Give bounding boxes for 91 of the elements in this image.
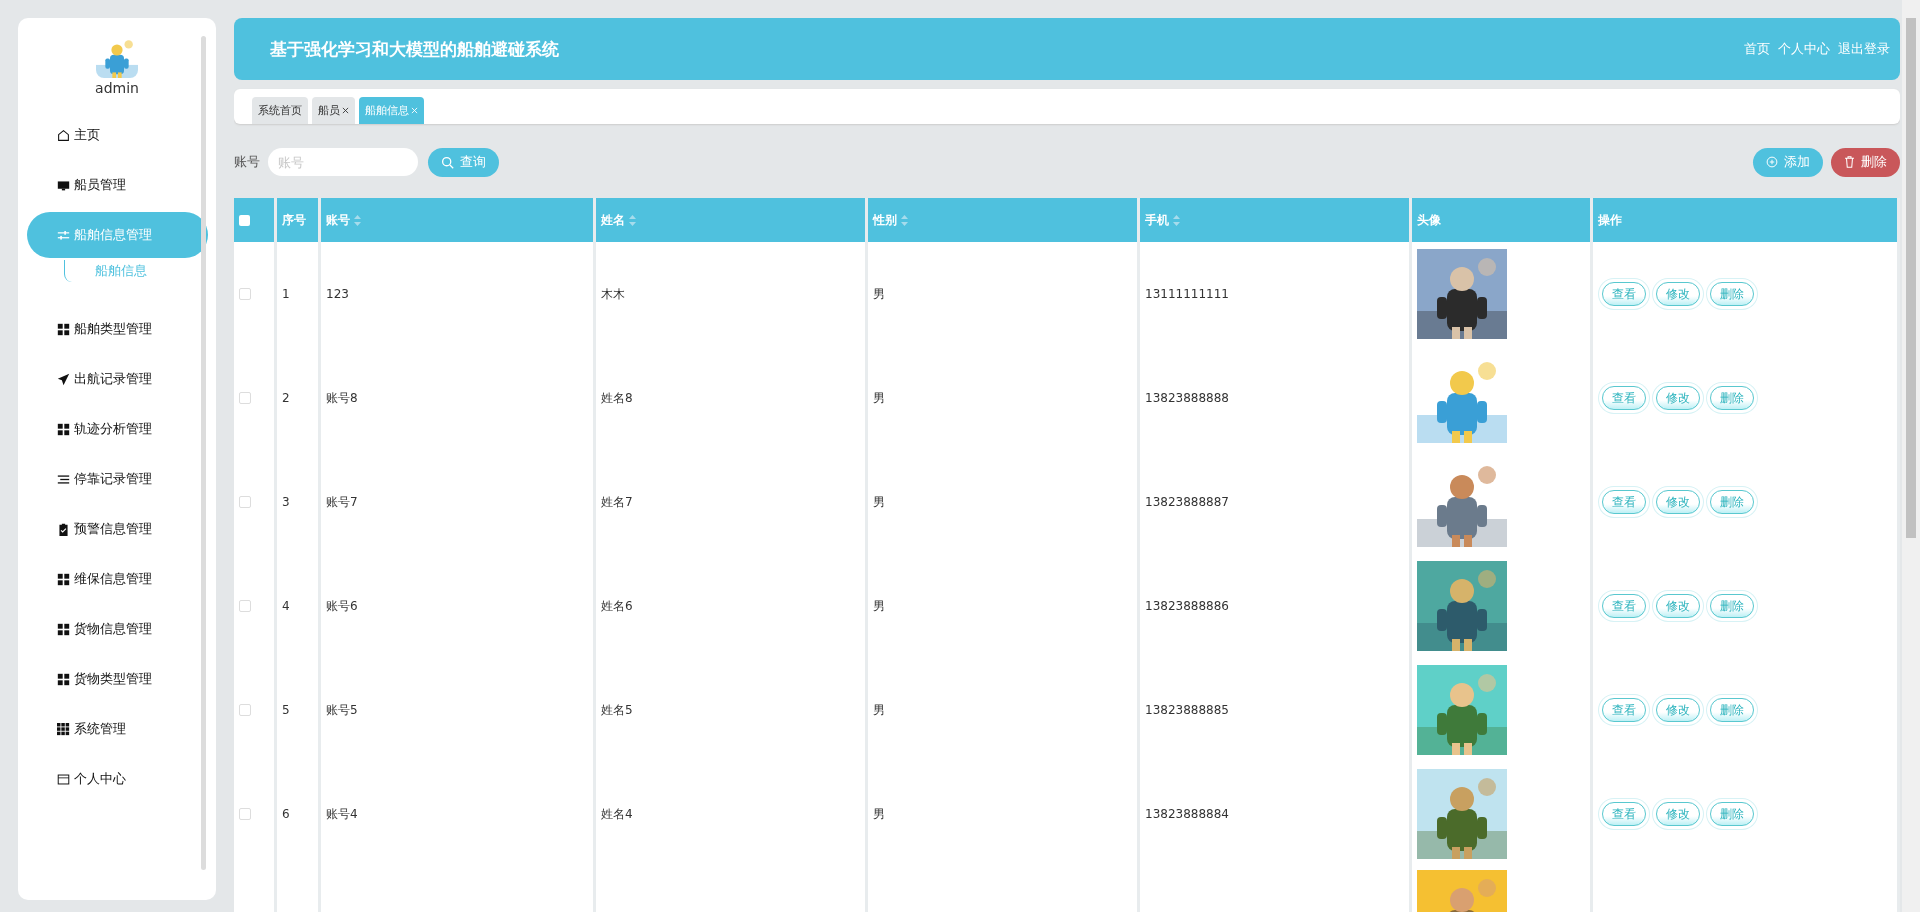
sort-icon[interactable] [901, 214, 908, 226]
table-cell: 5 [277, 658, 321, 762]
table-cell: 4 [277, 554, 321, 658]
search-icon [441, 155, 454, 169]
sort-icon[interactable] [354, 214, 361, 226]
row-checkbox[interactable] [239, 288, 251, 300]
table-cell: 男 [868, 554, 1140, 658]
table-cell: 账号7 [321, 450, 596, 554]
table-cell: 姓名8 [596, 346, 868, 450]
table-cell: 姓名5 [596, 658, 868, 762]
search-label: 账号 [234, 153, 260, 171]
header-cell[interactable]: 手机 [1140, 198, 1412, 242]
header-cell[interactable]: 性别 [868, 198, 1140, 242]
grid-icon [57, 422, 70, 436]
table-cell: 13823888885 [1140, 658, 1412, 762]
table-cell: 2 [277, 346, 321, 450]
delete-button[interactable]: 删除 [1831, 147, 1900, 177]
table-cell: 木木 [596, 242, 868, 346]
sidebar-item[interactable]: 船员管理 [27, 162, 208, 208]
header-link[interactable]: 个人中心 [1778, 40, 1830, 58]
plus-circle-icon [1766, 156, 1778, 168]
sidebar-item[interactable]: 轨迹分析管理 [27, 406, 208, 452]
header-cell[interactable]: 账号 [321, 198, 596, 242]
grid-icon [57, 672, 70, 686]
grid-icon [57, 622, 70, 636]
table-cell: 6 [277, 762, 321, 866]
sidebar-item[interactable]: 船舶类型管理 [27, 306, 208, 352]
header-cell: 序号 [277, 198, 321, 242]
grid-icon [57, 572, 70, 586]
sidebar-item[interactable]: 出航记录管理 [27, 356, 208, 402]
sidebar-item[interactable]: 主页 [27, 112, 208, 158]
grid-icon [57, 322, 70, 336]
close-icon[interactable] [342, 107, 349, 114]
sidebar-item[interactable]: 系统管理 [27, 706, 208, 752]
row-checkbox[interactable] [239, 808, 251, 820]
row-checkbox[interactable] [239, 600, 251, 612]
sidebar-item[interactable]: 船舶信息管理 [27, 212, 208, 258]
header-link[interactable]: 首页 [1744, 40, 1770, 58]
trash-icon [1844, 156, 1855, 168]
add-button[interactable]: 添加 [1753, 147, 1823, 177]
table-cell: 123 [321, 242, 596, 346]
row-checkbox[interactable] [239, 392, 251, 404]
header-cell: 操作 [1593, 198, 1900, 242]
table-cell: 3 [277, 450, 321, 554]
table-cell: 13823888886 [1140, 554, 1412, 658]
table-cell: 账号8 [321, 346, 596, 450]
table-cell: 账号6 [321, 554, 596, 658]
grid-icon [57, 722, 70, 736]
sidebar-subitem[interactable]: 船舶信息 [64, 260, 216, 282]
table-cell: 账号4 [321, 762, 596, 866]
tab[interactable]: 系统首页 [252, 97, 308, 124]
table-cell: 男 [868, 346, 1140, 450]
table-cell: 1 [277, 242, 321, 346]
table-cell: 13823888888 [1140, 346, 1412, 450]
sidebar-item[interactable]: 货物信息管理 [27, 606, 208, 652]
header-cell[interactable]: 姓名 [596, 198, 868, 242]
select-all-checkbox[interactable] [239, 214, 250, 226]
table-cell: 姓名7 [596, 450, 868, 554]
table-cell: 男 [868, 658, 1140, 762]
search-button[interactable]: 查询 [428, 147, 499, 177]
monitor-icon [57, 178, 70, 192]
table-cell: 13111111111 [1140, 242, 1412, 346]
clipboard-icon [57, 522, 70, 536]
sliders-icon [57, 228, 70, 242]
sidebar-item[interactable]: 个人中心 [27, 756, 208, 802]
window-icon [57, 772, 70, 786]
sidebar-item[interactable]: 维保信息管理 [27, 556, 208, 602]
table-cell: 男 [868, 242, 1140, 346]
table-cell: 姓名6 [596, 554, 868, 658]
app-title: 基于强化学习和大模型的船舶避碰系统 [270, 37, 559, 61]
sort-icon[interactable] [1173, 214, 1180, 226]
row-checkbox[interactable] [239, 704, 251, 716]
table-cell: 男 [868, 450, 1140, 554]
sidebar-item[interactable]: 预警信息管理 [27, 506, 208, 552]
table-cell: 男 [868, 762, 1140, 866]
sidebar-item[interactable]: 停靠记录管理 [27, 456, 208, 502]
table-cell: 13823888887 [1140, 450, 1412, 554]
tab[interactable]: 船舶信息 [359, 97, 424, 124]
sidebar-item[interactable]: 货物类型管理 [27, 656, 208, 702]
paper-plane-icon [57, 372, 70, 386]
header-cell: 头像 [1412, 198, 1593, 242]
user-name: admin [94, 80, 140, 96]
list-icon [57, 472, 70, 486]
sort-icon[interactable] [629, 214, 636, 226]
table-cell: 账号5 [321, 658, 596, 762]
home-icon [57, 128, 70, 142]
table-cell: 13823888884 [1140, 762, 1412, 866]
header-link[interactable]: 退出登录 [1838, 40, 1890, 58]
table-cell: 姓名4 [596, 762, 868, 866]
tab[interactable]: 船员 [312, 97, 355, 124]
row-checkbox[interactable] [239, 496, 251, 508]
